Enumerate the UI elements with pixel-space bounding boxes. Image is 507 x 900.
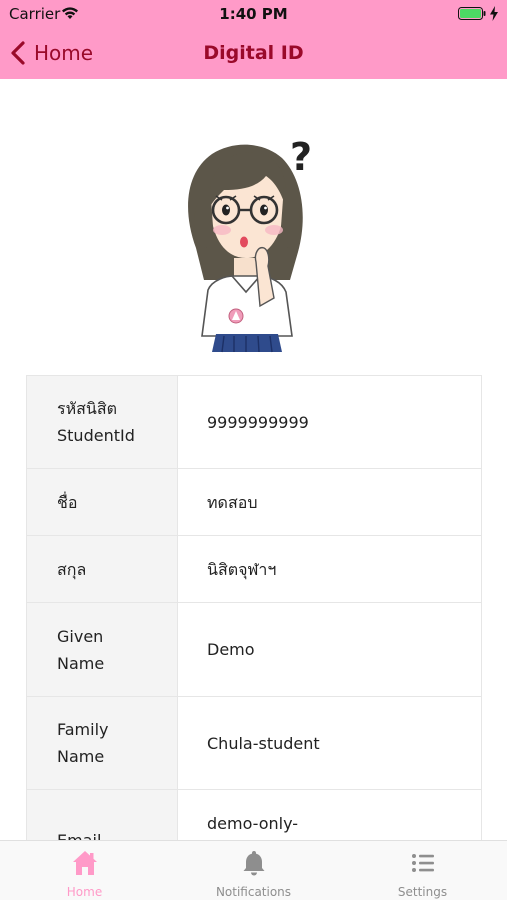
charging-bolt-icon <box>490 6 498 21</box>
home-icon <box>72 851 97 875</box>
student-info-table: รหัสนิสิต StudentId 9999999999 ชื่อ ทดสอ… <box>26 375 482 840</box>
tab-notifications[interactable]: Notifications <box>169 841 338 900</box>
tab-bar: Home Notifications Settings <box>0 840 507 900</box>
email-label: Email <box>26 790 178 840</box>
list-icon <box>411 854 434 872</box>
tab-settings-label: Settings <box>397 885 448 899</box>
family-name-value: Chula-student <box>178 697 482 789</box>
question-mark: ? <box>290 135 312 179</box>
digital-id-screen: Carrier 1:40 PM Home Digital ID ? รหัสนิ… <box>0 0 507 900</box>
bell-icon <box>243 851 264 876</box>
last-name-th-label: สกุล <box>26 536 178 602</box>
given-name-value: Demo <box>178 603 482 696</box>
page-title: Digital ID <box>203 42 304 64</box>
first-name-th-label: ชื่อ <box>26 469 178 535</box>
student-id-label: รหัสนิสิต StudentId <box>26 376 178 468</box>
table-row: รหัสนิสิต StudentId 9999999999 <box>26 376 482 469</box>
table-row: สกุล นิสิตจุฬาฯ <box>26 536 482 603</box>
last-name-th-value: นิสิตจุฬาฯ <box>178 536 482 602</box>
battery-icon <box>458 7 486 20</box>
tab-settings[interactable]: Settings <box>338 841 507 900</box>
table-row: Family Name Chula-student <box>26 697 482 790</box>
navigation-bar: Home Digital ID <box>0 28 507 79</box>
email-value: demo-only- <box>178 790 482 840</box>
student-avatar: ? <box>188 135 312 353</box>
tab-notifications-label: Notifications <box>215 885 292 899</box>
given-name-label: Given Name <box>26 603 178 696</box>
tab-home[interactable]: Home <box>0 841 169 900</box>
first-name-th-value: ทดสอบ <box>178 469 482 535</box>
status-time: 1:40 PM <box>219 5 288 23</box>
family-name-label: Family Name <box>26 697 178 789</box>
table-row: Email demo-only- <box>26 790 482 840</box>
status-bar: Carrier 1:40 PM <box>0 0 507 28</box>
tab-home-label: Home <box>66 885 103 899</box>
student-id-value: 9999999999 <box>178 376 482 468</box>
table-row: ชื่อ ทดสอบ <box>26 469 482 536</box>
table-row: Given Name Demo <box>26 603 482 697</box>
